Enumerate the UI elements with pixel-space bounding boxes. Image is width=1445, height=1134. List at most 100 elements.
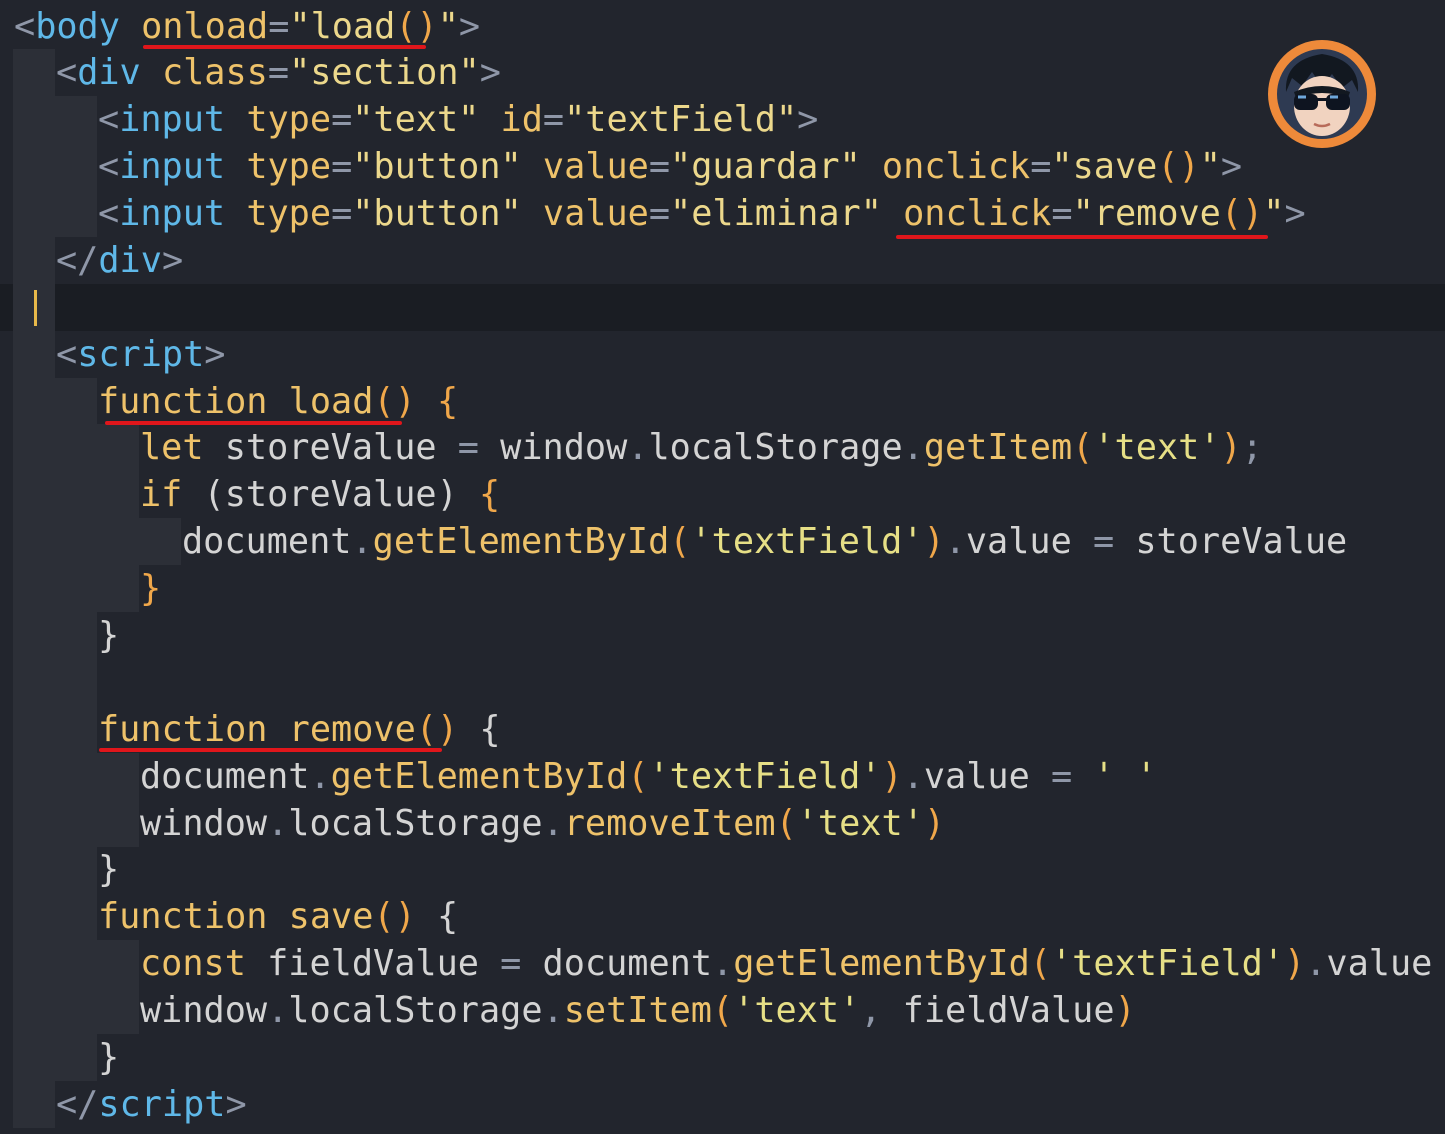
code-text: window.localStorage.removeItem('text') — [140, 800, 945, 847]
indent-guide — [97, 471, 139, 518]
code-text: let storeValue = window.localStorage.get… — [140, 424, 1263, 471]
code-token: 'textField' — [690, 521, 924, 562]
code-editor[interactable]: <body onload="load()"> <div class="sectio… — [0, 0, 1445, 1134]
code-token: . — [902, 756, 924, 797]
code-text: if (storeValue) { — [140, 471, 500, 518]
code-line[interactable]: } — [0, 1034, 1445, 1081]
code-text: <input type="button" value="guardar" onc… — [98, 143, 1242, 190]
code-line[interactable]: } — [0, 612, 1445, 659]
indent-guide — [55, 753, 97, 800]
code-text: function load() { — [98, 378, 458, 425]
code-token: = — [648, 146, 671, 187]
code-token: ' ' — [1093, 756, 1157, 797]
code-line[interactable]: <body onload="load()"> — [0, 3, 1445, 50]
code-line[interactable]: } — [0, 846, 1445, 893]
indent-guide — [13, 424, 55, 471]
code-token: . — [902, 427, 924, 468]
code-line[interactable]: document.getElementById('textField').val… — [0, 518, 1445, 565]
code-token: , — [860, 990, 882, 1031]
code-token: let — [140, 427, 204, 468]
code-token: document — [140, 756, 310, 797]
annotation-underline — [99, 748, 442, 752]
code-token: save — [288, 896, 374, 937]
code-token: input — [119, 99, 226, 140]
code-token: ) — [1114, 990, 1136, 1031]
code-token: "load — [289, 6, 396, 47]
code-line[interactable]: <input type="button" value="guardar" onc… — [0, 143, 1445, 190]
code-token: window — [478, 427, 628, 468]
code-token: window — [140, 803, 268, 844]
code-line[interactable]: const fieldValue = document.getElementBy… — [0, 940, 1445, 987]
code-line[interactable]: } — [0, 565, 1445, 612]
code-text: function remove() { — [98, 706, 501, 753]
code-line[interactable]: <script> — [0, 331, 1445, 378]
code-token: "eliminar" — [670, 193, 882, 234]
code-token: "text" — [352, 99, 480, 140]
code-token: getElementById — [372, 521, 670, 562]
indent-guide — [13, 1034, 55, 1081]
code-line[interactable]: <input type="text" id="textField"> — [0, 96, 1445, 143]
code-token: 'textField' — [1050, 943, 1285, 984]
code-token: = — [457, 427, 479, 468]
code-token: ) — [1220, 427, 1242, 468]
code-line[interactable]: function load() { — [0, 378, 1445, 425]
indent-guide — [13, 940, 55, 987]
code-line[interactable]: window.localStorage.removeItem('text') — [0, 800, 1445, 847]
code-line[interactable]: function save() { — [0, 893, 1445, 940]
code-token: input — [119, 193, 226, 234]
indent-guide — [13, 659, 55, 706]
code-token: localStorage — [288, 803, 543, 844]
code-token: } — [98, 849, 120, 890]
code-token: = — [268, 6, 290, 47]
indent-guide — [13, 49, 55, 96]
code-line[interactable]: <div class="section"> — [0, 49, 1445, 96]
code-line[interactable]: </script> — [0, 1081, 1445, 1128]
code-token: " — [1199, 146, 1221, 187]
code-line[interactable] — [0, 284, 1445, 331]
code-token: > — [797, 99, 819, 140]
code-token: " — [437, 6, 459, 47]
annotation-underline — [896, 235, 1268, 239]
indent-guide — [13, 190, 55, 237]
code-token: () — [1157, 146, 1200, 187]
code-token: = — [331, 193, 353, 234]
code-line[interactable]: <input type="button" value="eliminar" on… — [0, 190, 1445, 237]
code-line[interactable]: window.localStorage.setItem('text', fiel… — [0, 987, 1445, 1034]
code-token: document — [182, 521, 352, 562]
code-line[interactable] — [0, 659, 1445, 706]
indent-guide — [55, 612, 97, 659]
avatar-illustration — [1271, 43, 1373, 145]
code-token: < — [14, 6, 36, 47]
code-line[interactable]: function remove() { — [0, 706, 1445, 753]
code-line[interactable]: </div> — [0, 237, 1445, 284]
code-token: 'textField' — [648, 756, 882, 797]
code-line[interactable]: let storeValue = window.localStorage.get… — [0, 424, 1445, 471]
indent-guide — [13, 846, 55, 893]
indent-guide — [13, 518, 55, 565]
code-token: . — [351, 521, 373, 562]
code-token: ( — [712, 990, 734, 1031]
code-token: . — [944, 521, 966, 562]
code-token: = — [648, 193, 671, 234]
code-token: 'text' — [733, 990, 861, 1031]
code-token: type — [246, 99, 332, 140]
indent-guide — [13, 1081, 55, 1128]
code-token: localStorage — [648, 427, 903, 468]
code-text: } — [98, 1034, 119, 1081]
code-line[interactable]: if (storeValue) { — [0, 471, 1445, 518]
code-token: function — [98, 896, 268, 937]
code-token: fieldValue — [881, 990, 1115, 1031]
code-token: (storeValue) — [182, 474, 479, 515]
code-token: localStorage — [288, 990, 543, 1031]
code-line[interactable]: document.getElementById('textField').val… — [0, 753, 1445, 800]
code-token: < — [98, 193, 120, 234]
